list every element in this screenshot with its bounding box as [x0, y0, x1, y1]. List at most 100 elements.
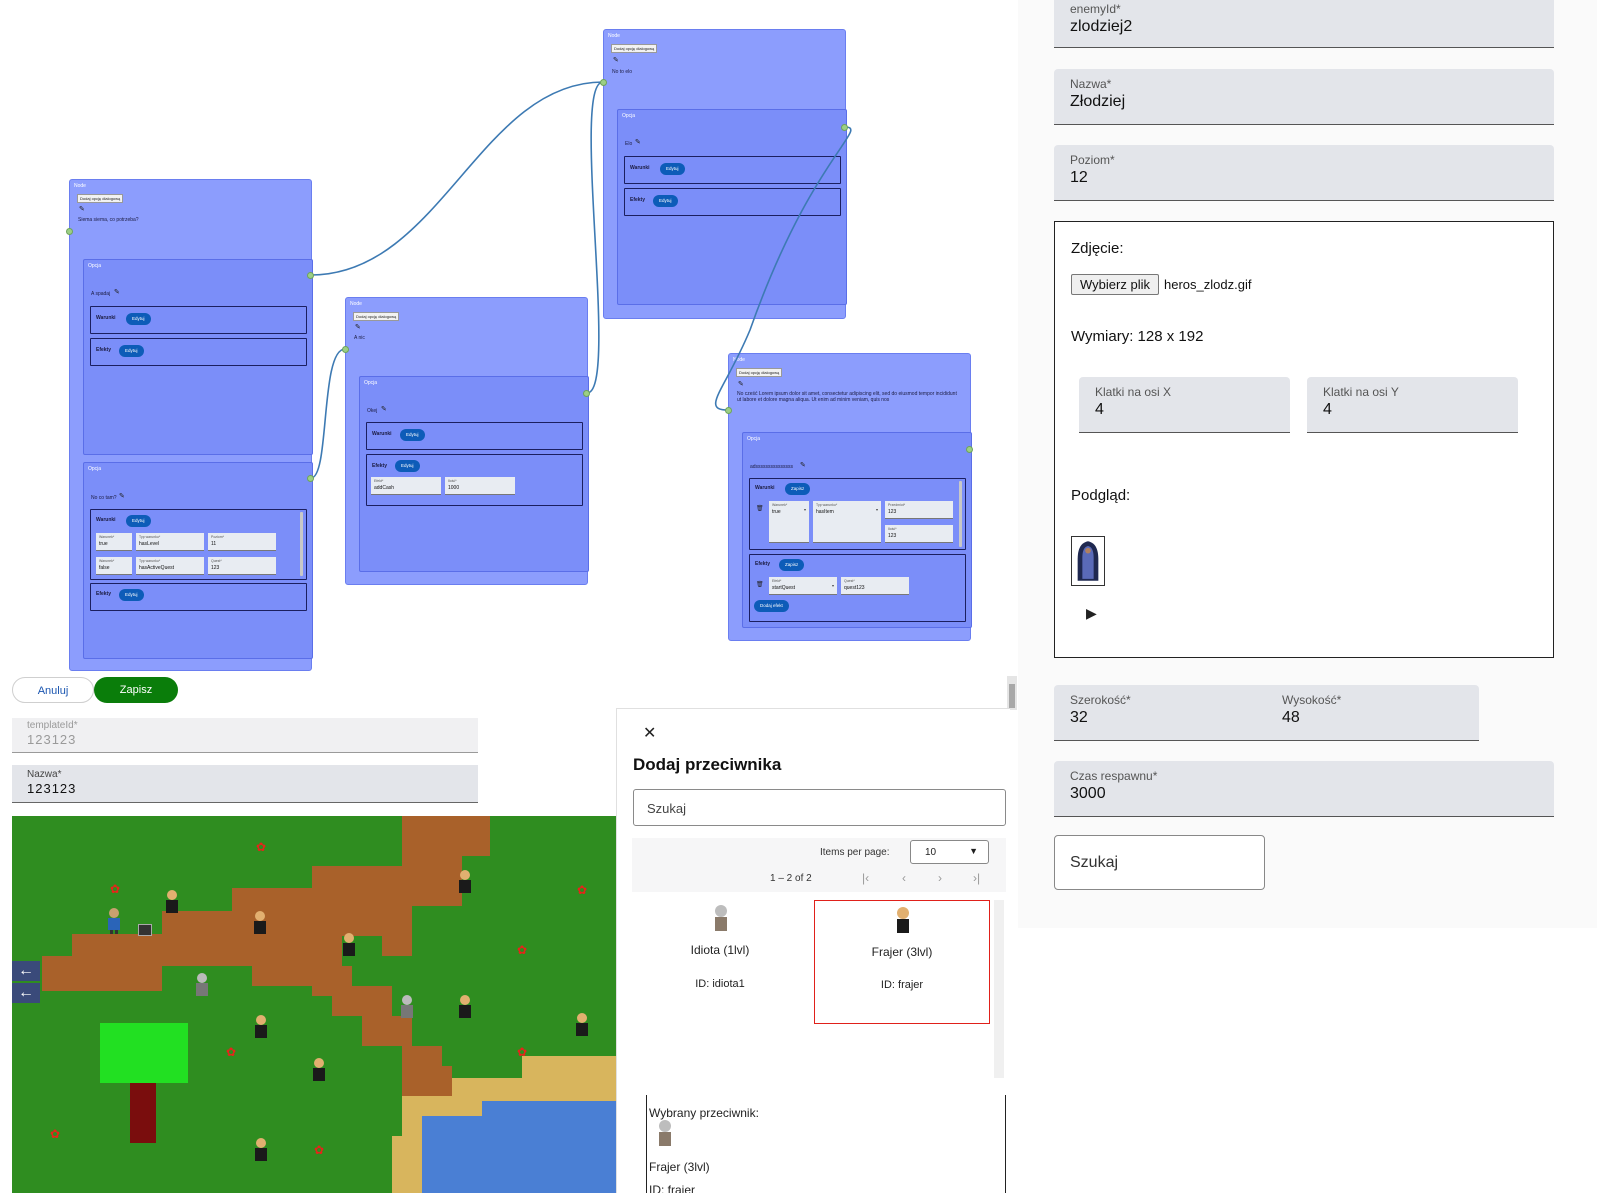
field-value: Złodziej — [1070, 93, 1126, 110]
edit-conditions-button[interactable]: Edytuj — [126, 515, 151, 527]
last-page-button[interactable]: ›| — [973, 871, 980, 885]
condition-param-field[interactable]: Poziom* 11 — [208, 533, 276, 551]
save-conditions-button[interactable]: Zapisz — [785, 483, 811, 495]
condition-value-field[interactable]: Warunek* true — [96, 533, 132, 551]
save-effects-button[interactable]: Zapisz — [779, 559, 805, 571]
npc-sprite[interactable] — [453, 868, 477, 896]
enemy-list-scrollbar[interactable] — [994, 900, 1004, 1078]
enemy-search-input[interactable]: Szukaj — [633, 789, 1006, 826]
pencil-icon[interactable]: ✎ — [613, 56, 619, 64]
add-dialogue-option-button[interactable]: Dodaj opcję dialogową — [611, 44, 658, 53]
condition-param-field[interactable]: Quest* 123 — [208, 557, 276, 575]
selected-enemy-id: ID: frajer — [649, 1183, 696, 1193]
npc-sprite[interactable] — [248, 909, 272, 937]
dialogue-node[interactable]: Node Dodaj opcję dialogową ✎ A nic Opcja… — [345, 297, 589, 585]
prev-page-button[interactable]: ‹ — [902, 871, 906, 885]
save-button[interactable]: Zapisz — [94, 677, 178, 703]
pencil-icon[interactable]: ✎ — [800, 461, 806, 469]
npc-sprite[interactable] — [453, 993, 477, 1021]
trash-icon[interactable]: 🗑 — [756, 505, 764, 512]
option-output-handle[interactable] — [307, 475, 314, 482]
map-exit-arrow-icon[interactable]: ← — [12, 961, 40, 981]
scroll-thumb[interactable] — [1009, 684, 1015, 708]
condition-value-field[interactable]: Warunek* true ▾ — [769, 501, 809, 543]
chest-icon[interactable] — [138, 924, 152, 936]
condition-type-field[interactable]: Typ warunku* hasItem ▾ — [813, 501, 881, 543]
width-field[interactable]: Szerokość* 32 — [1054, 685, 1266, 741]
pencil-icon[interactable]: ✎ — [381, 405, 387, 413]
npc-sprite[interactable] — [570, 1011, 594, 1039]
node-input-handle[interactable] — [342, 346, 349, 353]
frames-y-field[interactable]: Klatki na osi Y 4 — [1307, 377, 1518, 433]
npc-sprite[interactable] — [249, 1136, 273, 1164]
add-dialogue-option-button[interactable]: Dodaj opcję dialogową — [77, 194, 124, 203]
option-output-handle[interactable] — [307, 272, 314, 279]
npc-sprite[interactable] — [307, 1056, 331, 1084]
condition-item-field[interactable]: Przedmiot* 123 — [885, 501, 953, 519]
play-icon[interactable]: ▶ — [1086, 605, 1097, 622]
edit-effects-button[interactable]: Edytuj — [395, 460, 420, 472]
first-page-button[interactable]: |‹ — [862, 871, 869, 885]
edit-conditions-button[interactable]: Edytuj — [126, 313, 151, 325]
node-input-handle[interactable] — [600, 79, 607, 86]
enemy-sprite[interactable] — [395, 993, 419, 1021]
enemy-name-field[interactable]: Nazwa* Złodziej — [1054, 69, 1554, 125]
add-dialogue-option-button[interactable]: Dodaj opcję dialogową — [736, 368, 783, 377]
option-output-handle[interactable] — [841, 124, 848, 131]
enemy-sprite[interactable] — [190, 971, 214, 999]
edit-effects-button[interactable]: Edytuj — [119, 345, 144, 357]
npc-sprite[interactable] — [160, 888, 184, 916]
cancel-button[interactable]: Anuluj — [12, 677, 94, 703]
map-name-field[interactable]: Nazwa* 123123 — [12, 765, 478, 803]
option-output-handle[interactable] — [966, 446, 973, 453]
game-map[interactable]: ← ← ✿ ✿ ✿ ✿ ✿ ✿ ✿ ✿ — [12, 816, 616, 1193]
items-per-page-select[interactable]: 10 ▼ — [910, 840, 989, 864]
dialogue-node[interactable]: Node Dodaj opcję dialogową ✎ No to elo O… — [603, 29, 847, 319]
option-output-handle[interactable] — [583, 390, 590, 397]
close-icon[interactable]: ✕ — [643, 723, 656, 743]
enemy-card[interactable]: Idiota (1lvl) ID: idiota1 — [632, 898, 808, 1022]
page-scrollbar[interactable] — [1007, 676, 1017, 710]
pencil-icon[interactable]: ✎ — [738, 380, 744, 388]
edit-effects-button[interactable]: Edytuj — [119, 589, 144, 601]
search-input[interactable]: Szukaj — [1054, 835, 1265, 890]
frames-x-field[interactable]: Klatki na osi X 4 — [1079, 377, 1290, 433]
condition-value-field[interactable]: Warunek* false — [96, 557, 132, 575]
pencil-icon[interactable]: ✎ — [119, 492, 125, 500]
edit-conditions-button[interactable]: Edytuj — [400, 429, 425, 441]
next-page-button[interactable]: › — [938, 871, 942, 885]
npc-sprite[interactable] — [249, 1013, 273, 1041]
edit-effects-button[interactable]: Edytuj — [653, 195, 678, 207]
node-input-handle[interactable] — [725, 407, 732, 414]
conditions-scrollbar[interactable] — [300, 512, 303, 576]
enemy-id-field[interactable]: enemyId* zlodziej2 — [1054, 0, 1554, 48]
pencil-icon[interactable]: ✎ — [635, 138, 641, 146]
trash-icon[interactable]: 🗑 — [756, 581, 764, 588]
pencil-icon[interactable]: ✎ — [355, 323, 361, 331]
condition-amount-field[interactable]: Ilość* 123 — [885, 525, 953, 543]
dialogue-node-editor[interactable]: Node Dodaj opcję dialogową ✎ Siema siema… — [0, 0, 1000, 672]
condition-type-field[interactable]: Typ warunku* hasLevel — [136, 533, 204, 551]
respawn-time-field[interactable]: Czas respawnu* 3000 — [1054, 761, 1554, 817]
add-effect-button[interactable]: Dodaj efekt — [754, 600, 789, 612]
node-input-handle[interactable] — [66, 228, 73, 235]
effect-type-field[interactable]: Efekt* addCash — [371, 477, 441, 495]
effect-param-field[interactable]: Quest* quest123 — [841, 577, 909, 595]
add-dialogue-option-button[interactable]: Dodaj opcję dialogową — [353, 312, 400, 321]
effect-type-field[interactable]: Efekt* startQuest ▾ — [769, 577, 837, 595]
choose-file-button[interactable]: Wybierz plik — [1071, 274, 1159, 295]
npc-sprite[interactable] — [337, 931, 361, 959]
edit-conditions-button[interactable]: Edytuj — [660, 163, 685, 175]
pencil-icon[interactable]: ✎ — [79, 205, 85, 213]
condition-type-field[interactable]: Typ warunku* hasActiveQuest — [136, 557, 204, 575]
height-field[interactable]: Wysokość* 48 — [1266, 685, 1479, 741]
effect-param-field[interactable]: Ilość* 1000 — [445, 477, 515, 495]
dialogue-node[interactable]: Node Dodaj opcję dialogową ✎ Siema siema… — [69, 179, 313, 671]
dialogue-node[interactable]: Node Dodaj opcję dialogową ✎ No cześć Lo… — [728, 353, 972, 641]
enemy-card-selected[interactable]: Frajer (3lvl) ID: frajer — [814, 900, 990, 1024]
conditions-scrollbar[interactable] — [959, 481, 962, 547]
pencil-icon[interactable]: ✎ — [114, 288, 120, 296]
map-exit-arrow-icon[interactable]: ← — [12, 983, 40, 1003]
enemy-level-field[interactable]: Poziom* 12 — [1054, 145, 1554, 201]
conditions-title: Warunki — [372, 431, 392, 437]
